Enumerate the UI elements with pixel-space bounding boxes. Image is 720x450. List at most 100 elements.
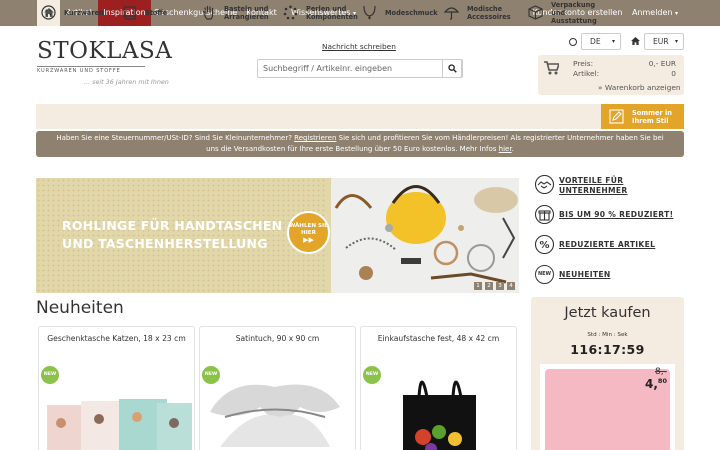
double-arrow-icon: ▶▶ <box>303 236 314 244</box>
cart-price-label: Preis: <box>573 59 594 68</box>
search-icon <box>448 64 457 73</box>
banner-title-line1: ROHLINGE FÜR HANDTASCHEN <box>62 218 283 233</box>
category-label: Modeschmuck <box>385 8 438 17</box>
notice-text: . <box>511 145 514 153</box>
slide-dot-2[interactable]: 2 <box>485 282 493 290</box>
category-basteln[interactable]: Basteln und Arrangieren <box>201 0 277 25</box>
banner-title-line2: UND TASCHENHERSTELLUNG <box>62 236 268 251</box>
choose-here-button[interactable]: WÄHLEN SIE HIER ▶▶ <box>287 211 330 254</box>
category-label: Basteln und Arrangieren <box>224 4 269 21</box>
beads-icon <box>283 5 298 20</box>
search-input[interactable]: Suchbegriff / Artikelnr. eingeben <box>263 64 392 73</box>
category-bar <box>36 104 684 129</box>
side-link-label: REDUZIERTE ARTIKEL <box>559 240 656 249</box>
category-sommer[interactable]: Sommer in Ihrem Stil <box>601 104 684 129</box>
new-icon: NEW <box>535 265 554 284</box>
side-link-reduced-90[interactable]: BIS UM 90 % REDUZIERT! <box>535 204 685 226</box>
caret-down-icon: ▾ <box>674 38 678 45</box>
gift-icon <box>535 205 554 224</box>
side-link-label: VORTEILE FÜR UNTERNEHMER <box>559 176 628 195</box>
slide-dot-4[interactable]: 4 <box>507 282 515 290</box>
notice-text: uns die Versandkosten für Ihre erste Bes… <box>206 145 499 153</box>
product-card[interactable]: Geschenktasche Katzen, 18 x 23 cm NEW <box>38 326 195 450</box>
slide-dot-3[interactable]: 3 <box>496 282 504 290</box>
choose-here-label: WÄHLEN SIE HIER <box>289 223 328 236</box>
slide-dot-1[interactable]: 1 <box>474 282 482 290</box>
deal-box[interactable]: Jetzt kaufen Std : Min : Sek 116:17:59 8… <box>531 297 684 450</box>
notice-text: Sie sich und profitieren Sie vom Händler… <box>336 134 664 142</box>
home-icon <box>631 37 640 45</box>
search-button[interactable] <box>442 59 462 78</box>
category-modeschmuck[interactable]: Modeschmuck <box>362 0 438 25</box>
site-logo[interactable]: STOKLASA KURZWAREN UND STOFFE ... seit 3… <box>37 38 182 86</box>
b2b-notice: Haben Sie eine Steuernummer/USt-ID? Sind… <box>36 131 684 157</box>
svg-text:%: % <box>539 240 549 251</box>
side-link-business[interactable]: VORTEILE FÜR UNTERNEHMER <box>535 174 685 196</box>
section-title-neuheiten: Neuheiten <box>36 298 124 318</box>
product-card[interactable]: Satintuch, 90 x 90 cm NEW <box>199 326 356 450</box>
side-link-new[interactable]: NEW NEUHEITEN <box>535 264 685 286</box>
promo-banner[interactable]: ROHLINGE FÜR HANDTASCHEN UND TASCHENHERS… <box>36 178 519 293</box>
login-label: Anmelden <box>631 8 673 17</box>
new-price-cents: 80 <box>657 377 667 385</box>
category-label: Sommer in Ihrem Stil <box>632 109 672 125</box>
caret-down-icon: ▾ <box>675 10 679 17</box>
product-image <box>47 399 192 450</box>
category-perlen[interactable]: Perlen und Komponenten <box>283 0 363 25</box>
caret-down-icon: ▾ <box>611 38 615 45</box>
product-image <box>210 384 340 447</box>
countdown-units: Std : Min : Sek <box>587 332 628 338</box>
globe-icon <box>569 38 577 46</box>
category-stoffe[interactable]: Stoffe <box>122 0 167 25</box>
category-label: Perlen und Komponenten <box>306 4 358 21</box>
cart-count-value: 0 <box>671 69 676 78</box>
register-link[interactable]: Registrieren <box>294 134 336 142</box>
language-select[interactable]: DE ▾ <box>581 33 621 50</box>
view-cart-link[interactable]: » Warenkorb anzeigen <box>598 83 681 92</box>
currency-select[interactable]: EUR ▾ <box>644 33 684 50</box>
side-link-label: BIS UM 90 % REDUZIERT! <box>559 210 674 219</box>
logo-tagline: ... seit 36 Jahren mit Ihnen <box>84 78 169 86</box>
percent-icon: % <box>535 235 554 254</box>
pencil-icon <box>609 109 624 124</box>
cart-count-label: Artikel: <box>573 69 600 78</box>
old-price: 8,- <box>655 367 667 377</box>
cart-price-value: 0,- EUR <box>648 59 676 68</box>
bag-hardware-photo <box>331 178 519 293</box>
category-label: Verpackung und Ausstattung <box>551 0 597 25</box>
category-verpackung[interactable]: Verpackung und Ausstattung <box>528 0 601 25</box>
product-title: Satintuch, 90 x 90 cm <box>235 334 320 343</box>
more-info-link[interactable]: hier <box>499 145 512 153</box>
category-label: Modische Accessoires <box>467 4 511 21</box>
search-box: Suchbegriff / Artikelnr. eingeben <box>257 59 463 78</box>
currency-value: EUR <box>653 37 669 46</box>
logo-wordmark: STOKLASA <box>37 38 173 64</box>
product-title: Geschenktasche Katzen, 18 x 23 cm <box>47 334 186 343</box>
countdown-timer: 116:17:59 <box>570 342 645 357</box>
new-badge: NEW <box>41 366 59 384</box>
category-label: Kurzwaren <box>64 8 104 17</box>
fabric-icon <box>123 6 136 20</box>
product-title: Einkaufstasche fest, 48 x 42 cm <box>377 334 500 343</box>
category-accessoires[interactable]: Modische Accessoires <box>444 0 518 25</box>
deal-title: Jetzt kaufen <box>564 305 651 321</box>
bag-supplies-illustration <box>334 185 518 284</box>
new-price-main: 4, <box>645 377 658 391</box>
logo-subtitle: KURZWAREN UND STOFFE <box>37 66 145 74</box>
hand-icon <box>202 5 214 20</box>
side-link-label: NEUHEITEN <box>559 270 611 279</box>
login-dropdown[interactable]: Anmelden ▾ <box>627 0 683 26</box>
product-image <box>403 380 476 450</box>
buttons-icon <box>41 5 56 20</box>
necklace-icon <box>363 5 376 20</box>
cart-icon <box>544 61 559 75</box>
category-kurzwaren[interactable]: Kurzwaren <box>41 0 104 25</box>
new-price: 4,80 <box>645 377 667 391</box>
umbrella-icon <box>444 7 459 20</box>
product-card[interactable]: Einkaufstasche fest, 48 x 42 cm NEW <box>360 326 517 450</box>
handshake-icon <box>535 175 554 194</box>
write-message-link[interactable]: Nachricht schreiben <box>322 42 396 51</box>
category-label: Stoffe <box>145 8 168 17</box>
language-value: DE <box>590 37 601 46</box>
side-link-reduced[interactable]: % REDUZIERTE ARTIKEL <box>535 234 685 256</box>
